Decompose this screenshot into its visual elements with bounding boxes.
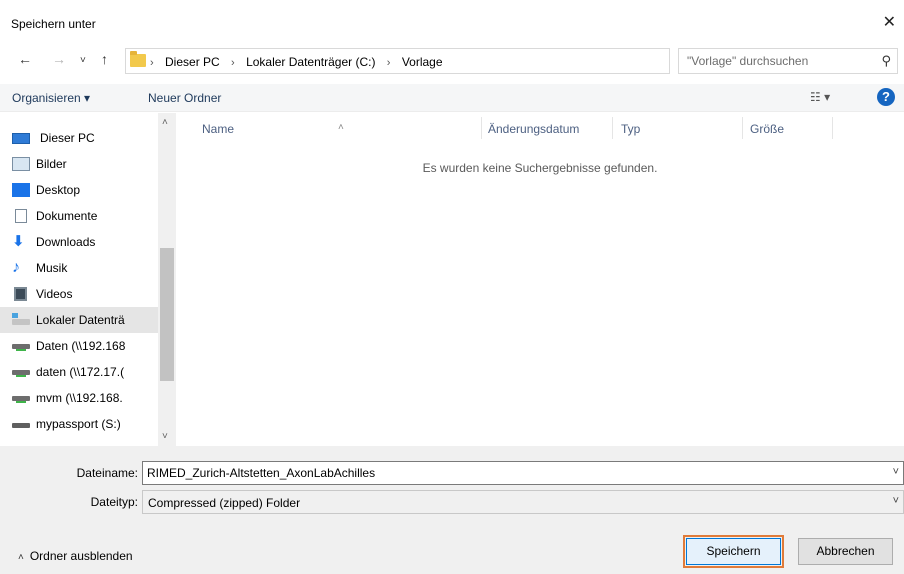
nav-item-label: daten (\\172.17.(: [36, 365, 125, 379]
back-arrow-icon[interactable]: ←: [18, 51, 32, 67]
column-divider[interactable]: [612, 117, 613, 139]
filename-field[interactable]: ˅: [142, 461, 904, 485]
window-title: Speichern unter: [11, 17, 96, 31]
desktop-icon: [12, 183, 30, 197]
nav-item-label: Videos: [36, 287, 73, 301]
column-divider[interactable]: [832, 117, 833, 139]
file-list-pane: ˄ Name Änderungsdatum Typ Größe Es wurde…: [176, 113, 904, 446]
save-form: Dateiname: ˅ Dateityp: Compressed (zippe…: [0, 446, 904, 574]
nav-item-label: mvm (\\192.168.: [36, 391, 123, 405]
nav-item-network-daten[interactable]: Daten (\\192.168: [0, 333, 158, 359]
videos-icon: [14, 287, 27, 301]
view-options-icon[interactable]: ☷ ▾: [810, 90, 830, 104]
pictures-icon: [12, 157, 30, 171]
cancel-button[interactable]: Abbrechen: [798, 538, 893, 565]
organize-button[interactable]: Organisieren ▾: [12, 91, 90, 105]
nav-item-label: Daten (\\192.168: [36, 339, 126, 353]
close-icon[interactable]: ✕: [883, 12, 896, 32]
filename-label: Dateiname:: [76, 466, 138, 480]
search-box[interactable]: ⚲: [678, 48, 898, 74]
filename-dropdown-icon[interactable]: ˅: [893, 466, 899, 478]
save-button[interactable]: Speichern: [683, 535, 784, 568]
search-icon[interactable]: ⚲: [881, 53, 891, 69]
breadcrumb-item-drive[interactable]: Lokaler Datenträger (C:): [246, 55, 375, 69]
folder-icon: [130, 51, 146, 67]
music-icon: ♪: [12, 259, 20, 276]
nav-item-downloads[interactable]: ⬇ Downloads: [0, 229, 158, 255]
title-bar: Speichern unter ✕: [0, 0, 904, 40]
filetype-select[interactable]: Compressed (zipped) Folder ˅: [142, 490, 904, 514]
network-drive-icon: [12, 370, 30, 377]
nav-item-label: Lokaler Datenträ: [36, 313, 125, 327]
nav-item-documents[interactable]: Dokumente: [0, 203, 158, 229]
network-drive-icon: [12, 396, 30, 403]
scroll-up-icon[interactable]: ˄: [162, 117, 168, 128]
search-input[interactable]: [679, 49, 869, 73]
nav-scrollbar[interactable]: ˄ ˅: [158, 113, 176, 446]
nav-item-local-drive[interactable]: Lokaler Datenträ: [0, 307, 158, 333]
forward-arrow-icon[interactable]: →: [52, 51, 66, 67]
nav-item-label: Dieser PC: [40, 131, 95, 145]
sort-ascending-icon: ˄: [338, 122, 344, 133]
hide-folders-button[interactable]: ˄ Ordner ausblenden: [18, 549, 133, 563]
nav-item-label: Downloads: [36, 235, 96, 249]
downloads-icon: ⬇: [12, 233, 25, 250]
pc-icon: [12, 133, 30, 144]
column-divider[interactable]: [481, 117, 482, 139]
network-drive-icon: [12, 344, 30, 351]
nav-item-pictures[interactable]: Bilder: [0, 151, 158, 177]
address-row: ← → ˅ ↑ › Dieser PC › Lokaler Datenträge…: [0, 46, 904, 76]
breadcrumb-item-pc[interactable]: Dieser PC: [165, 55, 220, 69]
nav-item-music[interactable]: ♪ Musik: [0, 255, 158, 281]
filename-input[interactable]: [143, 462, 883, 484]
nav-item-label: Bilder: [36, 157, 67, 171]
filetype-label: Dateityp:: [90, 495, 138, 509]
breadcrumb-separator-icon: ›: [386, 57, 391, 69]
nav-item-this-pc[interactable]: Dieser PC: [0, 125, 158, 151]
column-header-type[interactable]: Typ: [621, 122, 640, 136]
usb-drive-icon: [12, 423, 30, 428]
column-divider[interactable]: [742, 117, 743, 139]
breadcrumb-item-folder[interactable]: Vorlage: [402, 55, 443, 69]
nav-item-network-daten-2[interactable]: daten (\\172.17.(: [0, 359, 158, 385]
nav-item-label: Dokumente: [36, 209, 98, 223]
command-toolbar: Organisieren ▾ Neuer Ordner ☷ ▾ ?: [0, 84, 904, 112]
filetype-dropdown-icon[interactable]: ˅: [893, 495, 899, 507]
breadcrumb-separator-icon: ›: [150, 57, 154, 69]
nav-item-mypassport[interactable]: mypassport (S:): [0, 411, 158, 437]
up-arrow-icon[interactable]: ↑: [101, 51, 108, 67]
chevron-up-icon: ˄: [18, 552, 24, 563]
column-header-size[interactable]: Größe: [750, 122, 784, 136]
recent-locations-chevron-icon[interactable]: ˅: [80, 55, 86, 66]
scroll-down-icon[interactable]: ˅: [162, 431, 168, 442]
nav-item-label: Desktop: [36, 183, 81, 197]
column-header-name[interactable]: Name: [202, 122, 234, 136]
new-folder-button[interactable]: Neuer Ordner: [148, 91, 221, 105]
navigation-pane: Dieser PC Bilder Desktop Dokumente ⬇ Dow…: [0, 113, 176, 446]
column-header-row: ˄ Name Änderungsdatum Typ Größe: [176, 113, 904, 143]
scroll-thumb[interactable]: [160, 248, 174, 381]
help-icon[interactable]: ?: [877, 88, 895, 106]
column-header-date[interactable]: Änderungsdatum: [488, 122, 579, 136]
breadcrumb: › Dieser PC › Lokaler Datenträger (C:) ›…: [150, 55, 443, 69]
nav-item-videos[interactable]: Videos: [0, 281, 158, 307]
hide-folders-label: Ordner ausblenden: [29, 549, 133, 563]
address-bar[interactable]: › Dieser PC › Lokaler Datenträger (C:) ›…: [125, 48, 786, 74]
nav-item-label: Musik: [36, 261, 68, 275]
empty-results-message: Es wurden keine Suchergebnisse gefunden.: [422, 161, 658, 175]
nav-item-desktop[interactable]: Desktop: [0, 177, 158, 203]
nav-item-label: mypassport (S:): [36, 417, 121, 431]
nav-item-network-mvm[interactable]: mvm (\\192.168.: [0, 385, 158, 411]
filetype-value: Compressed (zipped) Folder: [148, 496, 301, 510]
breadcrumb-separator-icon: ›: [231, 57, 235, 69]
local-drive-icon: [12, 313, 30, 325]
documents-icon: [15, 209, 27, 223]
